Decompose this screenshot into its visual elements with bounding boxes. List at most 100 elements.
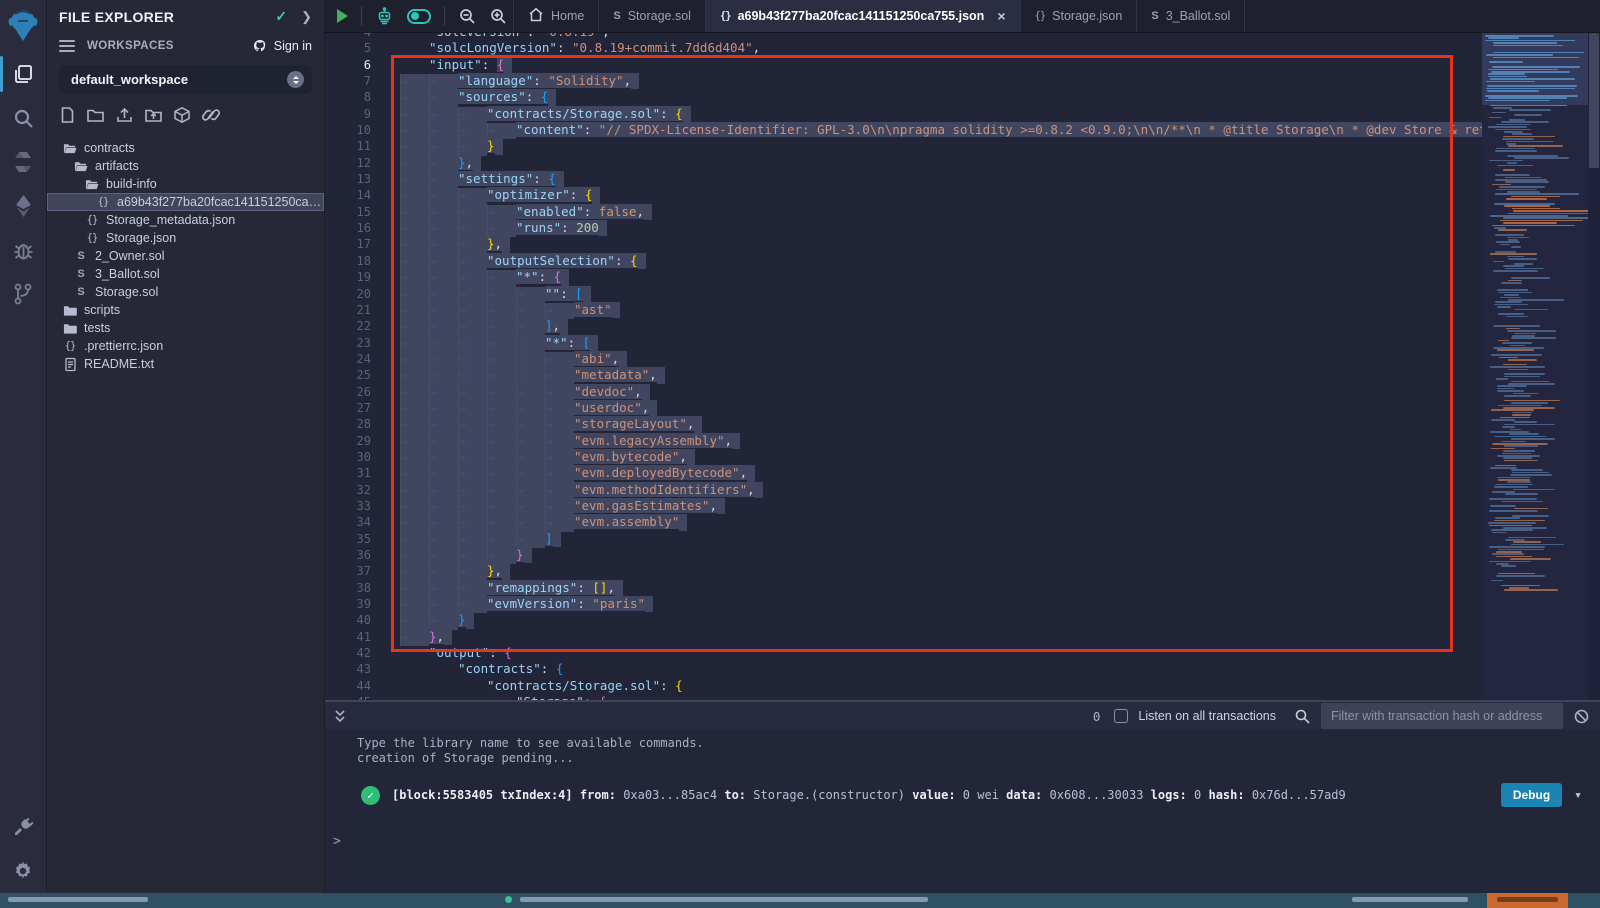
listen-all-transactions-checkbox[interactable] bbox=[1114, 709, 1128, 723]
code-line-39[interactable]: →→→"evmVersion": "paris" bbox=[400, 596, 1482, 612]
tab-storage-json[interactable]: {}Storage.json bbox=[1021, 0, 1138, 32]
plugin-manager-icon[interactable] bbox=[0, 805, 47, 849]
upload-folder-icon[interactable] bbox=[144, 106, 163, 129]
code-line-42[interactable]: "output": { bbox=[400, 645, 1482, 661]
code-line-28[interactable]: →→→→→→"storageLayout", bbox=[400, 416, 1482, 432]
code-line-4[interactable]: "solcVersion": "0.8.19", bbox=[400, 33, 1482, 40]
terminal-output[interactable]: Type the library name to see available c… bbox=[325, 730, 1600, 893]
tree-item-tests[interactable]: tests bbox=[47, 319, 324, 337]
code-line-16[interactable]: →→→→"runs": 200 bbox=[400, 220, 1482, 236]
tab-storage-sol[interactable]: SStorage.sol bbox=[599, 0, 706, 32]
tree-item-contracts[interactable]: contracts bbox=[47, 139, 324, 157]
ai-assistant-icon[interactable] bbox=[375, 7, 394, 26]
code-line-6[interactable]: "input": { bbox=[400, 57, 1482, 73]
tree-item-scripts[interactable]: scripts bbox=[47, 301, 324, 319]
tree-item-a69b43f277ba20fcac141151250ca7-[interactable]: {}a69b43f277ba20fcac141151250ca7... bbox=[47, 193, 324, 211]
search-icon[interactable] bbox=[0, 96, 47, 140]
expand-tx-icon[interactable]: ▾ bbox=[1574, 788, 1582, 803]
code-line-44[interactable]: "contracts/Storage.sol": { bbox=[400, 678, 1482, 694]
deploy-run-icon[interactable] bbox=[0, 184, 47, 228]
code-line-43[interactable]: "contracts": { bbox=[400, 661, 1482, 677]
minimap[interactable] bbox=[1482, 33, 1588, 700]
publish-box-icon[interactable] bbox=[173, 106, 191, 129]
code-line-19[interactable]: →→→→"*": { bbox=[400, 269, 1482, 285]
code-line-40[interactable]: →→} bbox=[400, 612, 1482, 628]
tree-item--prettierrc-json[interactable]: {}.prettierrc.json bbox=[47, 337, 324, 355]
tree-item-3-ballot-sol[interactable]: S3_Ballot.sol bbox=[47, 265, 324, 283]
zoom-out-icon[interactable] bbox=[458, 7, 476, 25]
code-line-9[interactable]: →→→"contracts/Storage.sol": { bbox=[400, 106, 1482, 122]
editor-scrollbar[interactable] bbox=[1588, 33, 1600, 700]
debug-button[interactable]: Debug bbox=[1501, 783, 1562, 807]
code-line-11[interactable]: →→→} bbox=[400, 138, 1482, 154]
tab-home[interactable]: Home bbox=[513, 0, 599, 32]
solidity-compiler-icon[interactable] bbox=[0, 140, 47, 184]
debugger-icon[interactable] bbox=[0, 228, 47, 272]
tree-item-storage-json[interactable]: {}Storage.json bbox=[47, 229, 324, 247]
tree-item-2-owner-sol[interactable]: S2_Owner.sol bbox=[47, 247, 324, 265]
code-line-14[interactable]: →→→"optimizer": { bbox=[400, 187, 1482, 203]
code-line-13[interactable]: →→"settings": { bbox=[400, 171, 1482, 187]
sign-in-button[interactable]: Sign in bbox=[252, 39, 312, 53]
file-explorer-icon[interactable] bbox=[0, 52, 47, 96]
tree-item-storage-sol[interactable]: SStorage.sol bbox=[47, 283, 324, 301]
run-script-button[interactable] bbox=[337, 9, 348, 23]
git-icon[interactable] bbox=[0, 272, 47, 316]
code-line-24[interactable]: →→→→→→"abi", bbox=[400, 351, 1482, 367]
code-line-33[interactable]: →→→→→→"evm.gasEstimates", bbox=[400, 498, 1482, 514]
code-line-31[interactable]: →→→→→→"evm.deployedBytecode", bbox=[400, 465, 1482, 481]
check-icon[interactable]: ✓ bbox=[275, 8, 287, 25]
code-line-36[interactable]: →→→→} bbox=[400, 547, 1482, 563]
minimap-viewport[interactable] bbox=[1482, 33, 1588, 105]
code-line-38[interactable]: →→→"remappings": [], bbox=[400, 580, 1482, 596]
new-folder-icon[interactable] bbox=[86, 106, 105, 129]
code-line-26[interactable]: →→→→→→"devdoc", bbox=[400, 384, 1482, 400]
code-line-37[interactable]: →→→}, bbox=[400, 563, 1482, 579]
code-line-10[interactable]: →→→→"content": "// SPDX-License-Identifi… bbox=[400, 122, 1482, 138]
status-bar[interactable] bbox=[0, 893, 1600, 908]
code-line-23[interactable]: →→→→→"*": [ bbox=[400, 335, 1482, 351]
code-line-34[interactable]: →→→→→→"evm.assembly" bbox=[400, 514, 1482, 530]
tree-item-artifacts[interactable]: artifacts bbox=[47, 157, 324, 175]
code-line-35[interactable]: →→→→→] bbox=[400, 531, 1482, 547]
tab-3-ballot-sol[interactable]: S3_Ballot.sol bbox=[1137, 0, 1245, 32]
code-line-17[interactable]: →→→}, bbox=[400, 236, 1482, 252]
clear-console-icon[interactable] bbox=[1573, 708, 1590, 725]
code-line-30[interactable]: →→→→→→"evm.bytecode", bbox=[400, 449, 1482, 465]
code-line-41[interactable]: →}, bbox=[400, 629, 1482, 645]
close-tab-icon[interactable]: × bbox=[997, 8, 1005, 24]
transaction-filter-input[interactable] bbox=[1321, 703, 1563, 729]
code-line-18[interactable]: →→→"outputSelection": { bbox=[400, 253, 1482, 269]
tab-a69b43f277ba20fcac141151250ca755-json[interactable]: {}a69b43f277ba20fcac141151250ca755.json× bbox=[706, 0, 1021, 32]
chevron-right-icon[interactable]: ❯ bbox=[301, 9, 312, 25]
settings-icon[interactable] bbox=[0, 849, 47, 893]
ai-toggle[interactable] bbox=[407, 9, 431, 24]
code-line-20[interactable]: →→→→→"": [ bbox=[400, 286, 1482, 302]
code-line-22[interactable]: →→→→→], bbox=[400, 318, 1482, 334]
tree-item-storage-metadata-json[interactable]: {}Storage_metadata.json bbox=[47, 211, 324, 229]
scrollbar-thumb[interactable] bbox=[1589, 33, 1599, 168]
code-line-8[interactable]: →→"sources": { bbox=[400, 89, 1482, 105]
code-line-15[interactable]: →→→→"enabled": false, bbox=[400, 204, 1482, 220]
collapse-terminal-icon[interactable] bbox=[333, 708, 347, 724]
code-line-45[interactable]: "Storage": { bbox=[400, 694, 1482, 700]
code-line-27[interactable]: →→→→→→"userdoc", bbox=[400, 400, 1482, 416]
code-line-29[interactable]: →→→→→→"evm.legacyAssembly", bbox=[400, 433, 1482, 449]
code-line-25[interactable]: →→→→→→"metadata", bbox=[400, 367, 1482, 383]
code-line-21[interactable]: →→→→→→"ast" bbox=[400, 302, 1482, 318]
new-file-icon[interactable] bbox=[59, 106, 76, 129]
remix-logo-icon[interactable] bbox=[0, 0, 47, 52]
code-line-5[interactable]: "solcLongVersion": "0.8.19+commit.7dd6d4… bbox=[400, 40, 1482, 56]
hamburger-menu-icon[interactable] bbox=[59, 37, 75, 55]
code-editor[interactable]: 4567891011121314151617181920212223242526… bbox=[325, 33, 1600, 700]
zoom-in-icon[interactable] bbox=[489, 7, 507, 25]
code-line-32[interactable]: →→→→→→"evm.methodIdentifiers", bbox=[400, 482, 1482, 498]
upload-file-icon[interactable] bbox=[115, 106, 134, 129]
code-line-12[interactable]: →→}, bbox=[400, 155, 1482, 171]
link-icon[interactable] bbox=[201, 106, 221, 129]
tree-item-readme-txt[interactable]: README.txt bbox=[47, 355, 324, 373]
tree-item-build-info[interactable]: build-info bbox=[47, 175, 324, 193]
code-line-7[interactable]: →→"language": "Solidity", bbox=[400, 73, 1482, 89]
status-alert-badge[interactable] bbox=[1487, 893, 1568, 908]
workspace-selector[interactable]: default_workspace bbox=[59, 65, 312, 94]
